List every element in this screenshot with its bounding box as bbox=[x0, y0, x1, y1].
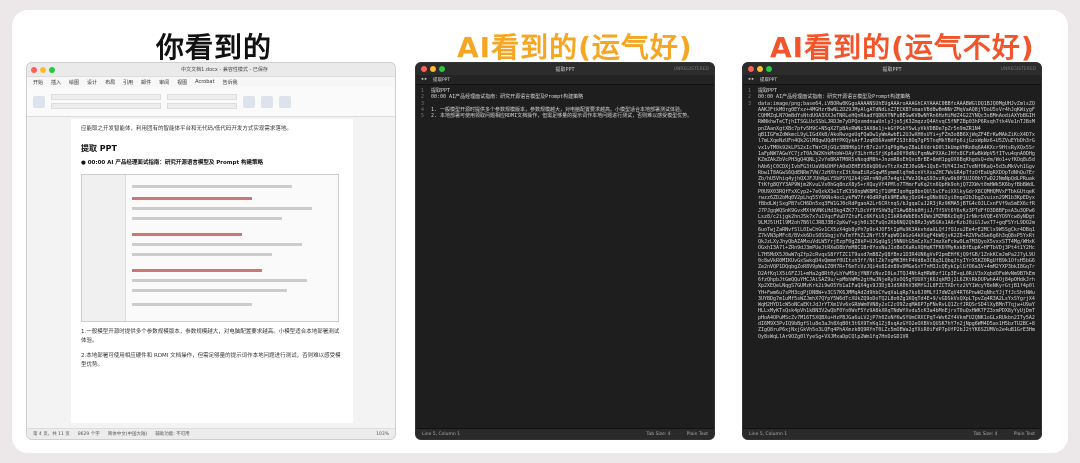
editor-titlebar: 提取PPT UNREGISTERED bbox=[416, 63, 714, 75]
format-bar[interactable] bbox=[51, 103, 161, 109]
zoom-button[interactable] bbox=[49, 66, 55, 73]
word-title: 中文文档1.docx - 兼容性模式 - 已保存 bbox=[181, 67, 268, 73]
word-statusbar: 第 4 页，共 11 页 8629 个字 简体中文(中国大陆) 辅助功能: 不可… bbox=[27, 428, 395, 439]
align-bar[interactable] bbox=[167, 103, 237, 109]
heading-ai-unlucky: AI看到的(运气不好) bbox=[770, 31, 1035, 64]
para-1: 1.一般模型开源时提供多个参数规模版本，参数规模越大，对电脑配置要求越高。小模型… bbox=[81, 329, 340, 344]
bullet-item: ● 00:00 AI 产品经理面试指南：研究开源语言模型及 Prompt 构建策… bbox=[81, 160, 264, 166]
dictate-icon[interactable] bbox=[261, 95, 273, 108]
menu-design[interactable]: 设计 bbox=[87, 79, 97, 86]
embedded-screenshot[interactable] bbox=[81, 174, 339, 322]
minimize-button[interactable] bbox=[40, 66, 46, 73]
editor-text[interactable]: 1 提取PPT 2 00:00 AI产品经理面试指南：研究开源语言模型及Prompt… bbox=[743, 86, 1041, 428]
syntax-mode[interactable]: Plain Text bbox=[1014, 432, 1035, 437]
section-title: 提取 PPT bbox=[81, 144, 117, 153]
unregistered-label: UNREGISTERED bbox=[673, 66, 709, 72]
page-count: 第 4 页，共 11 页 bbox=[33, 432, 70, 437]
base64-prefix: data:image/png;base64,iVBORw0KGgoAAAANSU… bbox=[758, 100, 1035, 132]
word-count: 8629 个字 bbox=[77, 432, 100, 437]
line-2: 00:00 AI产品经理面试指南：研究开源语言模型及Prompt构建策略 bbox=[431, 94, 584, 101]
word-page[interactable]: 应能取之开发智能体，利用团有的智能体平台和无代码/低代码开发方式实现需求落地。 … bbox=[71, 119, 353, 423]
screenshot-sidebar bbox=[82, 175, 126, 321]
editor-text[interactable]: 1 提取PPT 2 00:00 AI产品经理面试指南：研究开源语言模型及Prompt… bbox=[416, 86, 714, 428]
menu-review[interactable]: 审阅 bbox=[159, 79, 169, 86]
base64-blob: qB1IGFmZdWkmcL9yLIGdXkB/AkoRwvgeUqFQaDw1… bbox=[758, 132, 1035, 340]
heading-what-you-see: 你看到的 bbox=[156, 31, 273, 64]
editor-statusbar: Line 5, Column 1 Tab Size: 4 Plain Text bbox=[743, 428, 1041, 439]
paragraph-bar[interactable] bbox=[167, 94, 237, 100]
zoom-level[interactable]: 103% bbox=[376, 432, 389, 437]
word-titlebar: 中文文档1.docx - 兼容性模式 - 已保存 bbox=[27, 63, 395, 77]
editor-tab[interactable]: ◂ ▸ 提取PPT bbox=[416, 75, 714, 85]
syntax-mode[interactable]: Plain Text bbox=[687, 432, 708, 437]
menu-layout[interactable]: 布局 bbox=[105, 79, 115, 86]
menu-acrobat[interactable]: Acrobat bbox=[195, 79, 214, 85]
word-window: 中文文档1.docx - 兼容性模式 - 已保存 开始 插入 绘图 设计 布局 … bbox=[26, 62, 396, 440]
word-ribbon bbox=[27, 87, 395, 117]
line-5: 2. 本地部署可使用领取问题相应RDMI文档操作，但需足够量的提示词作本地问题进… bbox=[431, 113, 693, 120]
editor-unlucky: 提取PPT UNREGISTERED ◂ ▸ 提取PPT 1 提取PPT 2 00:0… bbox=[742, 62, 1042, 440]
nav-arrows-icon[interactable]: ◂ ▸ bbox=[748, 77, 754, 82]
bullet-icon: ● bbox=[81, 160, 88, 166]
accessibility: 辅助功能: 不可用 bbox=[155, 432, 190, 437]
menu-view[interactable]: 视图 bbox=[177, 79, 187, 86]
editor-titlebar: 提取PPT UNREGISTERED bbox=[743, 63, 1041, 75]
editor-icon[interactable] bbox=[279, 95, 291, 108]
word-menu: 开始 插入 绘图 设计 布局 引用 邮件 审阅 视图 Acrobat 告诉我 bbox=[27, 77, 395, 87]
editor-statusbar: Line 5, Column 1 Tab Size: 4 Plain Text bbox=[416, 428, 714, 439]
paste-icon[interactable] bbox=[33, 95, 45, 108]
styles-icon[interactable] bbox=[243, 95, 255, 108]
unregistered-label: UNREGISTERED bbox=[1000, 66, 1036, 72]
editor-lucky: 提取PPT UNREGISTERED ◂ ▸ 提取PPT 1 提取PPT 2 00:0… bbox=[415, 62, 715, 440]
language: 简体中文(中国大陆) bbox=[107, 432, 148, 437]
cursor-position: Line 5, Column 1 bbox=[749, 431, 788, 437]
cursor-position: Line 5, Column 1 bbox=[422, 431, 461, 437]
menu-draw[interactable]: 绘图 bbox=[69, 79, 79, 86]
heading-ai-lucky: AI看到的(运气好) bbox=[457, 31, 693, 64]
menu-home[interactable]: 开始 bbox=[33, 79, 43, 86]
close-button[interactable] bbox=[31, 66, 37, 73]
nav-arrows-icon[interactable]: ◂ ▸ bbox=[421, 77, 427, 82]
menu-tellme[interactable]: 告诉我 bbox=[222, 79, 237, 86]
editor-title: 提取PPT bbox=[882, 66, 902, 73]
para-2: 2.本地部署可使用相应硬件和 RDMI 文档操作，但需足够量的提示词作本地问题进… bbox=[81, 353, 341, 368]
menu-insert[interactable]: 插入 bbox=[51, 79, 61, 86]
editor-tab[interactable]: ◂ ▸ 提取PPT bbox=[743, 75, 1041, 85]
tab-size[interactable]: Tab Size: 4 bbox=[974, 432, 998, 437]
menu-mailings[interactable]: 邮件 bbox=[141, 79, 151, 86]
editor-title: 提取PPT bbox=[555, 66, 575, 73]
font-selector[interactable] bbox=[51, 94, 161, 100]
tab-size[interactable]: Tab Size: 4 bbox=[647, 432, 671, 437]
menu-references[interactable]: 引用 bbox=[123, 79, 133, 86]
body-intro: 应能取之开发智能体，利用团有的智能体平台和无代码/低代码开发方式实现需求落地。 bbox=[81, 126, 292, 132]
